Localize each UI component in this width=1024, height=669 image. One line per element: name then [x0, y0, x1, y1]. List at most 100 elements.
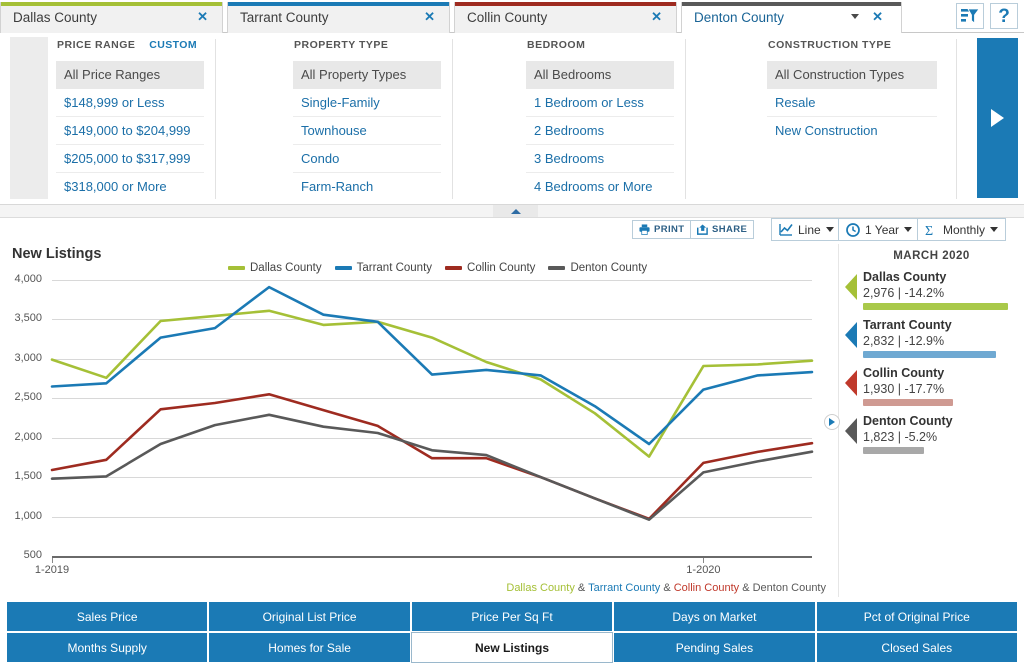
footnote-part: &: [739, 582, 753, 594]
clock-icon: [846, 222, 860, 237]
legend-swatch: [228, 266, 245, 270]
summary-period-label: MARCH 2020: [893, 250, 970, 262]
filter-heading: CONSTRUCTION TYPE: [768, 39, 892, 51]
filter-option[interactable]: Resale: [767, 89, 937, 117]
filter-option[interactable]: Condo: [293, 145, 441, 173]
chevron-up-icon: [510, 208, 521, 214]
filter-option[interactable]: Single-Family: [293, 89, 441, 117]
county-tab-bar: Dallas County ✕ Tarrant County ✕ Collin Coun…: [0, 0, 1024, 34]
metric-tab-months-supply[interactable]: Months Supply: [6, 632, 209, 663]
filter-heading: BEDROOM: [527, 39, 586, 51]
metric-tab-new-listings[interactable]: New Listings: [410, 632, 614, 663]
share-button-label: SHARE: [712, 224, 748, 235]
metric-tab-pct-of-original-price[interactable]: Pct of Original Price: [815, 601, 1018, 632]
summary-row[interactable]: Collin County 1,930 | -17.7%: [839, 366, 1024, 406]
decrease-arrow-icon: [845, 370, 857, 396]
filter-option[interactable]: All Construction Types: [767, 61, 937, 89]
metric-tab-pending-sales[interactable]: Pending Sales: [613, 632, 816, 663]
filter-option[interactable]: 2 Bedrooms: [526, 117, 674, 145]
filter-option[interactable]: $205,000 to $317,999: [56, 145, 204, 173]
metric-tab-closed-sales[interactable]: Closed Sales: [815, 632, 1018, 663]
footnote-part: Tarrant County: [588, 582, 661, 594]
metric-tab-days-on-market[interactable]: Days on Market: [613, 601, 816, 632]
filter-option[interactable]: Farm-Ranch: [293, 173, 441, 201]
custom-price-range-link[interactable]: CUSTOM: [149, 39, 197, 51]
aggregation-value: Monthly: [943, 222, 986, 237]
legend-swatch: [445, 266, 463, 270]
metric-tab-sales-price[interactable]: Sales Price: [6, 601, 209, 632]
summary-row-bar: [863, 447, 924, 454]
county-tab-tarrant-county[interactable]: Tarrant County ✕: [227, 2, 450, 33]
metric-tab-grid: Sales Price Original List Price Price Per …: [6, 601, 1018, 663]
chart-type-value: Line: [798, 222, 821, 237]
decrease-arrow-icon: [845, 322, 857, 348]
filter-column-price-range: PRICE RANGE CUSTOM All Price Ranges $148,99…: [56, 39, 216, 199]
series-line-dallas-county[interactable]: [50, 309, 814, 458]
print-button[interactable]: PRINT: [632, 220, 692, 239]
summary-row-county: Denton County: [863, 414, 953, 428]
tab-color-stripe: [1, 2, 222, 6]
summary-row[interactable]: Tarrant County 2,832 | -12.9%: [839, 318, 1024, 358]
chevron-down-icon: [904, 227, 913, 232]
svg-text:Σ: Σ: [925, 224, 933, 237]
filter-option[interactable]: 1 Bedroom or Less: [526, 89, 674, 117]
series-line-tarrant-county[interactable]: [50, 285, 814, 446]
help-icon[interactable]: ?: [990, 3, 1018, 29]
side-panel-toggle[interactable]: [824, 414, 840, 430]
series-line-collin-county[interactable]: [50, 393, 814, 521]
summary-row[interactable]: Denton County 1,823 | -5.2%: [839, 414, 1024, 454]
tab-close-icon[interactable]: ✕: [651, 9, 662, 25]
filter-option[interactable]: $318,000 or More: [56, 173, 204, 201]
county-tab-dallas-county[interactable]: Dallas County ✕: [0, 2, 223, 33]
filter-option[interactable]: All Property Types: [293, 61, 441, 89]
filter-heading: PRICE RANGE CUSTOM: [57, 39, 197, 51]
chart-series-svg: [50, 285, 814, 521]
summary-row-value: 2,976 | -14.2%: [863, 286, 945, 300]
chevron-down-icon: [825, 227, 834, 232]
filter-panel: PRICE RANGE CUSTOM All Price Ranges $148,99…: [0, 33, 1024, 205]
sigma-icon: Σ: [925, 224, 933, 237]
county-tab-collin-county[interactable]: Collin County ✕: [454, 2, 677, 33]
filter-option[interactable]: Townhouse: [293, 117, 441, 145]
help-icon-glyph: ?: [998, 5, 1010, 27]
aggregation-select[interactable]: Σ Monthly: [917, 218, 1007, 241]
summary-row-value: 1,823 | -5.2%: [863, 430, 938, 444]
filter-next-button[interactable]: [977, 38, 1018, 198]
filter-option[interactable]: $148,999 or Less: [56, 89, 204, 117]
filter-column-bedroom: BEDROOM All Bedrooms 1 Bedroom or Less 2 Be…: [526, 39, 686, 199]
collapse-filter-panel-handle[interactable]: [493, 205, 538, 217]
summary-side-panel: MARCH 2020 Dallas County 2,976 | -14.2% Ta…: [838, 244, 1024, 597]
metric-tab-original-list-price[interactable]: Original List Price: [208, 601, 411, 632]
printer-icon: [639, 224, 650, 235]
filter-option[interactable]: All Price Ranges: [56, 61, 204, 89]
print-button-label: PRINT: [654, 224, 685, 235]
top-right-icon-group: ?: [956, 3, 1018, 29]
filter-option[interactable]: 4 Bedrooms or More: [526, 173, 674, 201]
filter-option[interactable]: $149,000 to $204,999: [56, 117, 204, 145]
filter-option[interactable]: All Bedrooms: [526, 61, 674, 89]
footnote-part: &: [660, 582, 674, 594]
tab-close-icon[interactable]: ✕: [424, 9, 435, 25]
county-tab-denton-county[interactable]: Denton County ✕: [681, 2, 902, 34]
filter-heading: PROPERTY TYPE: [294, 39, 389, 51]
summary-row-county: Collin County: [863, 366, 945, 380]
chart-toolbar: PRINT SHARE Line 1 Year Σ Monthly: [0, 218, 1024, 244]
summary-row-county: Dallas County: [863, 270, 947, 284]
chart-plot-area: 500 1,000 1,500 2,000 2,500 3,000 3,500 4,000 1-…: [0, 272, 838, 597]
filter-option[interactable]: 3 Bedrooms: [526, 145, 674, 173]
filter-panel-left-stub: [10, 37, 48, 199]
summary-row[interactable]: Dallas County 2,976 | -14.2%: [839, 270, 1024, 310]
metric-tab-price-per-sq-ft[interactable]: Price Per Sq Ft: [410, 601, 614, 632]
tab-close-icon[interactable]: ✕: [872, 9, 883, 25]
filter-collapse-strip: [0, 205, 1024, 218]
footnote-part: &: [574, 582, 589, 594]
tab-close-icon[interactable]: ✕: [197, 9, 208, 25]
tab-dropdown-caret-icon[interactable]: [851, 14, 859, 19]
filter-column-construction-type: CONSTRUCTION TYPE All Construction Types R…: [767, 39, 957, 199]
filter-option[interactable]: New Construction: [767, 117, 937, 145]
chart-type-select[interactable]: Line: [771, 218, 842, 241]
time-range-select[interactable]: 1 Year: [838, 218, 921, 241]
filter-icon[interactable]: [956, 3, 984, 29]
metric-tab-homes-for-sale[interactable]: Homes for Sale: [208, 632, 411, 663]
share-button[interactable]: SHARE: [690, 220, 755, 239]
